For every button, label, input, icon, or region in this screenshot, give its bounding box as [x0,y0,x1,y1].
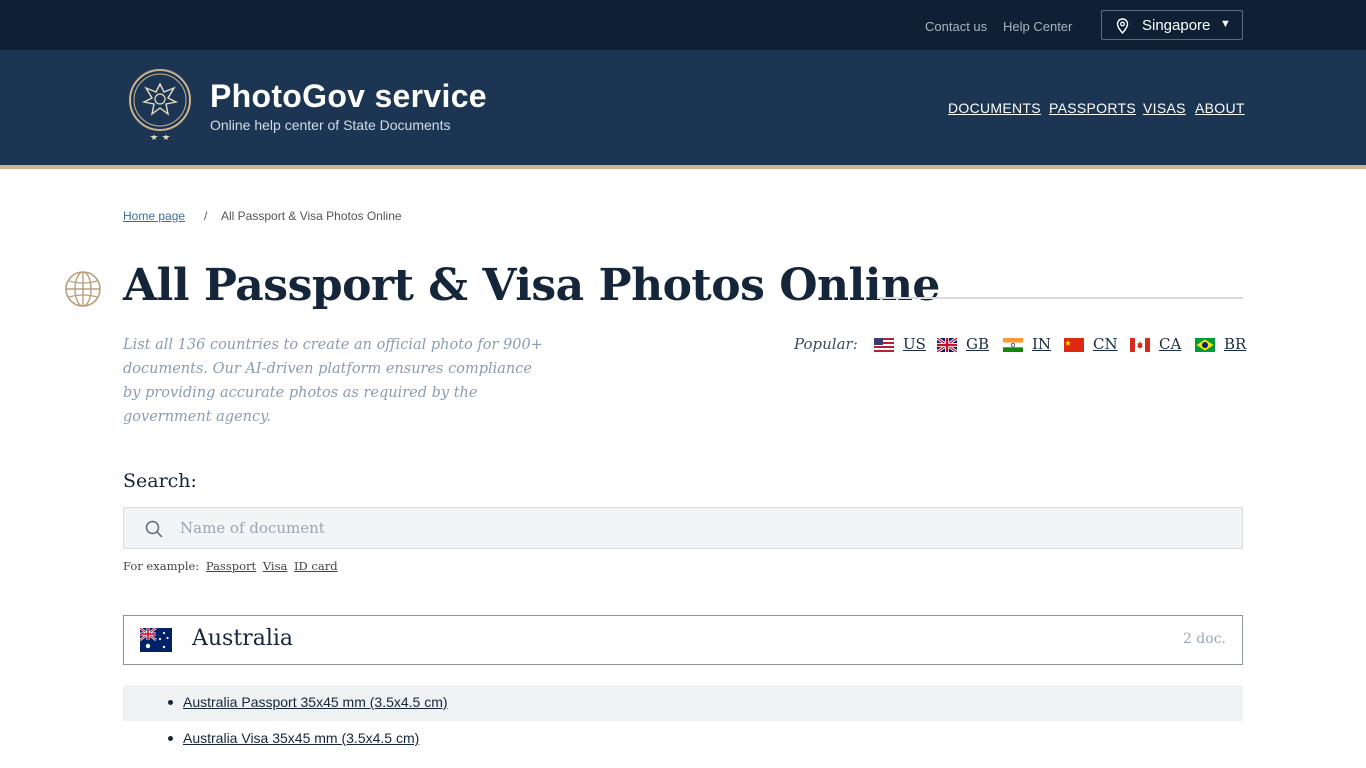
search-icon [144,519,164,544]
example-id-card-link[interactable]: ID card [294,559,338,573]
document-link[interactable]: Australia Passport 35x45 mm (3.5x4.5 cm) [183,694,448,710]
australia-flag-icon [140,628,172,652]
title-divider [877,297,1243,299]
list-item: Australia Visa 35x45 mm (3.5x4.5 cm) [123,721,1243,757]
top-bar: Contact us Help Center Singapore ▼ [0,0,1366,50]
brand-tagline: Online help center of State Documents [210,117,451,133]
emblem-logo[interactable] [128,68,192,151]
popular-code: BR [1224,335,1247,353]
region-selector[interactable]: Singapore ▼ [1101,10,1243,40]
globe-icon [64,270,102,313]
search-label: Search: [123,470,197,492]
br-flag-icon [1195,338,1215,352]
breadcrumb-separator: / [204,209,208,223]
in-flag-icon [1003,338,1023,352]
nav-documents[interactable]: DOCUMENTS [948,100,1041,116]
bullet [168,700,173,705]
location-pin-icon [1116,18,1129,38]
search-examples: For example: Passport Visa ID card [123,559,338,573]
contact-us-link[interactable]: Contact us [925,19,987,34]
popular-label: Popular: [794,335,858,353]
us-flag-icon [874,338,894,352]
document-count: 2 doc. [1182,631,1226,647]
country-header-australia[interactable]: Australia 2 doc. [123,615,1243,665]
examples-label: For example: [123,559,200,573]
search-input[interactable] [180,516,1220,540]
cn-flag-icon [1064,338,1084,352]
bullet [168,736,173,741]
popular-code: CA [1159,335,1182,353]
ca-flag-icon [1130,338,1150,352]
popular-code: CN [1093,335,1118,353]
example-visa-link[interactable]: Visa [263,559,288,573]
example-passport-link[interactable]: Passport [206,559,256,573]
chevron-down-icon: ▼ [1220,18,1231,30]
popular-code: GB [966,335,990,353]
popular-code: US [903,335,926,353]
nav-passports[interactable]: PASSPORTS [1049,100,1136,116]
page-intro: List all 136 countries to create an offi… [123,337,543,425]
gb-flag-icon [937,338,957,352]
header-divider [0,165,1366,169]
popular-code: IN [1032,335,1052,353]
search-box [123,507,1243,549]
nav-visas[interactable]: VISAS [1143,100,1186,116]
nav-about[interactable]: ABOUT [1195,100,1245,116]
document-link[interactable]: Australia Visa 35x45 mm (3.5x4.5 cm) [183,730,419,746]
brand-name[interactable]: PhotoGov service [210,78,487,115]
help-center-link[interactable]: Help Center [1003,19,1072,34]
page-title: All Passport & Visa Photos Online [123,260,940,311]
region-label: Singapore [1142,17,1211,34]
breadcrumb-current: All Passport & Visa Photos Online [221,209,402,223]
country-name: Australia [192,626,294,651]
breadcrumb-home-link[interactable]: Home page [123,209,185,223]
list-item: Australia Passport 35x45 mm (3.5x4.5 cm) [123,685,1243,721]
